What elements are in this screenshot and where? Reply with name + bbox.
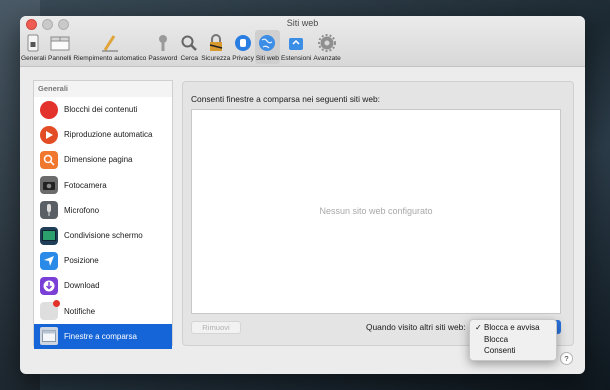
remove-button[interactable]: Rimuovi bbox=[191, 321, 241, 334]
sidebar-item-label: Download bbox=[64, 281, 100, 291]
puzzle-icon bbox=[286, 33, 306, 53]
window-title: Siti web bbox=[286, 18, 319, 28]
toolbar-riempimento-automatico[interactable]: Riempimento automatico bbox=[72, 30, 147, 64]
sidebar-item-blocchi-dei-contenuti[interactable]: Blocchi dei contenuti bbox=[34, 97, 172, 122]
sidebar-item-label: Finestre a comparsa bbox=[64, 331, 137, 341]
toolbar-label: Password bbox=[148, 55, 178, 62]
sidebar-item-label: Fotocamera bbox=[64, 180, 107, 190]
sidebar-item-riproduzione-automatica[interactable]: Riproduzione automatica bbox=[34, 122, 172, 147]
play-icon bbox=[40, 125, 58, 144]
toolbar-label: Siti web bbox=[255, 55, 279, 62]
toolbar-privacy[interactable]: Privacy bbox=[231, 30, 255, 64]
menu-item-label: Blocca bbox=[484, 334, 509, 344]
configured-websites-list[interactable]: Nessun sito web configurato bbox=[191, 109, 561, 314]
magnifier-icon bbox=[179, 33, 199, 53]
toolbar-password[interactable]: Password bbox=[147, 30, 178, 64]
sidebar-item-dimensione-pagina[interactable]: Dimensione pagina bbox=[34, 147, 172, 172]
menu-item-consenti[interactable]: Consenti bbox=[470, 345, 556, 357]
toolbar-label: Pannelli bbox=[47, 55, 72, 62]
menu-item-label: Blocca e avvisa bbox=[484, 323, 540, 332]
checkmark-icon: ✓ bbox=[475, 323, 482, 332]
sidebar-item-condivisione-schermo[interactable]: Condivisione schermo bbox=[34, 223, 172, 248]
preferences-toolbar: Generali Pannelli Riempimento automatico… bbox=[20, 30, 342, 64]
zoom-icon bbox=[40, 150, 58, 169]
tabs-icon bbox=[50, 33, 70, 53]
toolbar-pannelli[interactable]: Pannelli bbox=[47, 30, 72, 64]
padlock-icon bbox=[206, 33, 226, 53]
sidebar-section-header: Generali bbox=[34, 81, 172, 97]
empty-list-message: Nessun sito web configurato bbox=[319, 206, 433, 216]
key-icon bbox=[153, 33, 173, 53]
sidebar-item-download[interactable]: Download bbox=[34, 273, 172, 298]
sidebar-item-posizione[interactable]: Posizione bbox=[34, 248, 172, 273]
panel-title: Consenti finestre a comparsa nei seguent… bbox=[191, 94, 381, 104]
menu-item-blocca[interactable]: Blocca bbox=[470, 334, 556, 346]
sidebar-item-label: Dimensione pagina bbox=[64, 155, 133, 165]
location-arrow-icon bbox=[40, 251, 58, 270]
toolbar-siti-web[interactable]: Siti web bbox=[254, 30, 280, 64]
sidebar-item-label: Riproduzione automatica bbox=[64, 130, 153, 140]
toolbar-label: Cerca bbox=[180, 55, 199, 62]
notification-icon bbox=[40, 300, 60, 321]
toolbar-cerca[interactable]: Cerca bbox=[178, 30, 200, 64]
globe-icon bbox=[257, 33, 277, 53]
camera-icon bbox=[40, 176, 58, 195]
title-bar: Siti web Generali Pannelli Riempimento a… bbox=[20, 16, 585, 67]
toolbar-sicurezza[interactable]: Sicurezza bbox=[200, 30, 231, 64]
popup-policy-menu: ✓ Blocca e avvisa Blocca Consenti bbox=[469, 319, 557, 361]
website-settings-sidebar: Generali Blocchi dei contenuti Riproduzi… bbox=[33, 80, 173, 349]
popup-window-icon bbox=[40, 327, 58, 346]
sidebar-item-label: Condivisione schermo bbox=[64, 231, 143, 241]
sidebar-item-finestre-a-comparsa[interactable]: Finestre a comparsa bbox=[34, 323, 172, 349]
sidebar-item-fotocamera[interactable]: Fotocamera bbox=[34, 173, 172, 198]
sidebar-item-microfono[interactable]: Microfono bbox=[34, 198, 172, 223]
pencil-icon bbox=[100, 33, 120, 53]
help-button[interactable]: ? bbox=[560, 352, 573, 365]
sidebar-item-label: Blocchi dei contenuti bbox=[64, 105, 138, 115]
toolbar-label: Estensioni bbox=[280, 55, 312, 62]
sidebar-item-label: Microfono bbox=[64, 205, 100, 215]
microphone-icon bbox=[40, 201, 58, 220]
other-websites-label: Quando visito altri siti web: bbox=[366, 322, 466, 332]
toolbar-generali[interactable]: Generali bbox=[20, 30, 47, 64]
toolbar-label: Generali bbox=[21, 55, 46, 62]
screen-share-icon bbox=[40, 226, 58, 245]
toolbar-label: Sicurezza bbox=[201, 55, 231, 62]
toolbar-estensioni[interactable]: Estensioni bbox=[280, 30, 312, 64]
switch-icon bbox=[23, 33, 43, 53]
toolbar-label: Avanzate bbox=[313, 55, 341, 62]
menu-item-label: Consenti bbox=[484, 346, 516, 355]
hand-icon bbox=[233, 33, 253, 53]
download-icon bbox=[40, 276, 58, 295]
toolbar-label: Privacy bbox=[232, 55, 254, 62]
toolbar-label: Riempimento automatico bbox=[73, 55, 147, 62]
popup-settings-panel: Consenti finestre a comparsa nei seguent… bbox=[182, 81, 574, 346]
menu-item-blocca-e-avvisa[interactable]: ✓ Blocca e avvisa bbox=[470, 322, 556, 334]
sidebar-item-label: Posizione bbox=[64, 256, 99, 266]
stop-icon bbox=[40, 100, 58, 119]
sidebar-item-notifiche[interactable]: Notifiche bbox=[34, 299, 172, 324]
toolbar-avanzate[interactable]: Avanzate bbox=[312, 30, 341, 64]
gear-icon bbox=[317, 33, 337, 53]
sidebar-item-label: Notifiche bbox=[64, 306, 96, 316]
